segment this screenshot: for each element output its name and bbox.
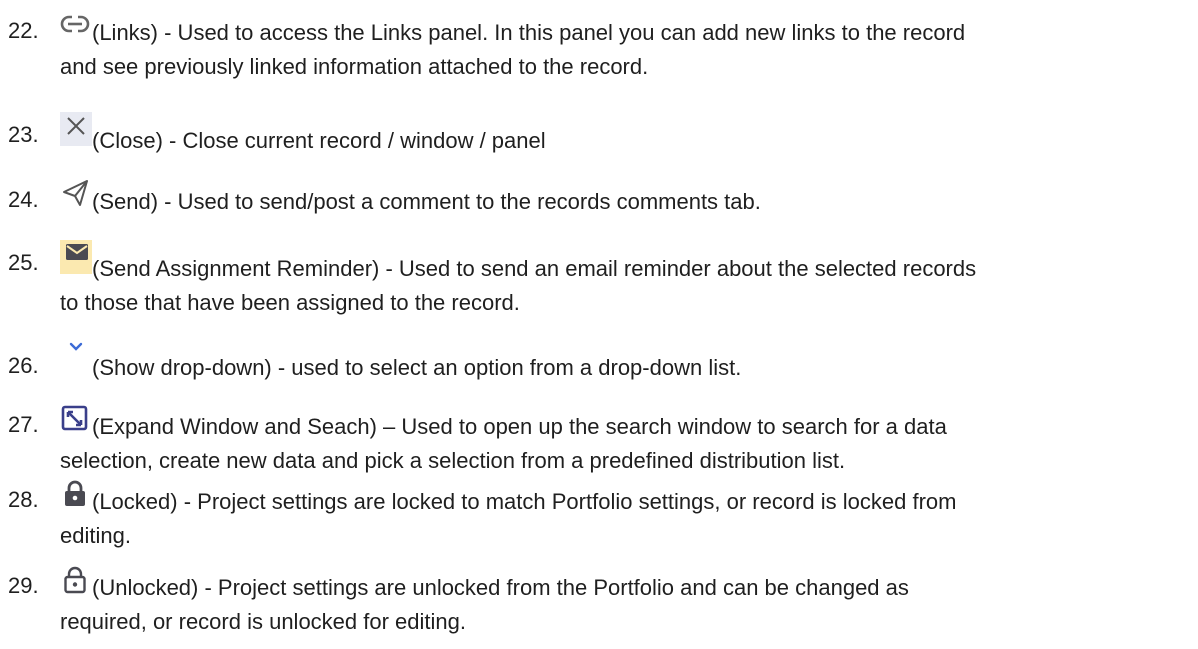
- item-text: (Expand Window and Seach) – Used to open…: [92, 414, 947, 439]
- chevron-down-icon: [60, 341, 92, 371]
- item-text-continued: to those that have been assigned to the …: [60, 290, 520, 315]
- item-number: 25.: [8, 250, 39, 275]
- item-number: 23.: [8, 122, 39, 147]
- item-text: (Send) - Used to send/post a comment to …: [92, 189, 761, 214]
- item-text: (Show drop-down) - used to select an opt…: [92, 355, 742, 380]
- item-number: 27.: [8, 412, 39, 437]
- item-number: 29.: [8, 573, 39, 598]
- item-text-continued: and see previously linked information at…: [60, 54, 649, 79]
- item-text-continued: editing.: [60, 523, 131, 548]
- item-number: 26.: [8, 353, 39, 378]
- item-text: (Links) - Used to access the Links panel…: [92, 20, 966, 45]
- item-text: (Unlocked) - Project settings are unlock…: [92, 575, 909, 600]
- link-icon: [60, 14, 92, 44]
- item-text-continued: selection, create new data and pick a se…: [60, 448, 846, 473]
- lock-icon: [60, 479, 92, 509]
- item-text: (Close) - Close current record / window …: [92, 128, 546, 153]
- send-icon: [60, 177, 92, 207]
- close-icon: [60, 112, 92, 146]
- item-number: 22.: [8, 18, 39, 43]
- icon-reference-list: 22. (Links) - Used to access the Links p…: [0, 0, 1198, 649]
- unlock-icon: [60, 565, 92, 595]
- item-text: (Send Assignment Reminder) - Used to sen…: [92, 256, 977, 281]
- expand-window-icon: [60, 404, 92, 434]
- envelope-icon: [60, 240, 92, 274]
- item-number: 28.: [8, 487, 39, 512]
- item-number: 24.: [8, 187, 39, 212]
- item-text: (Locked) - Project settings are locked t…: [92, 489, 957, 514]
- item-text-continued: required, or record is unlocked for edit…: [60, 609, 466, 634]
